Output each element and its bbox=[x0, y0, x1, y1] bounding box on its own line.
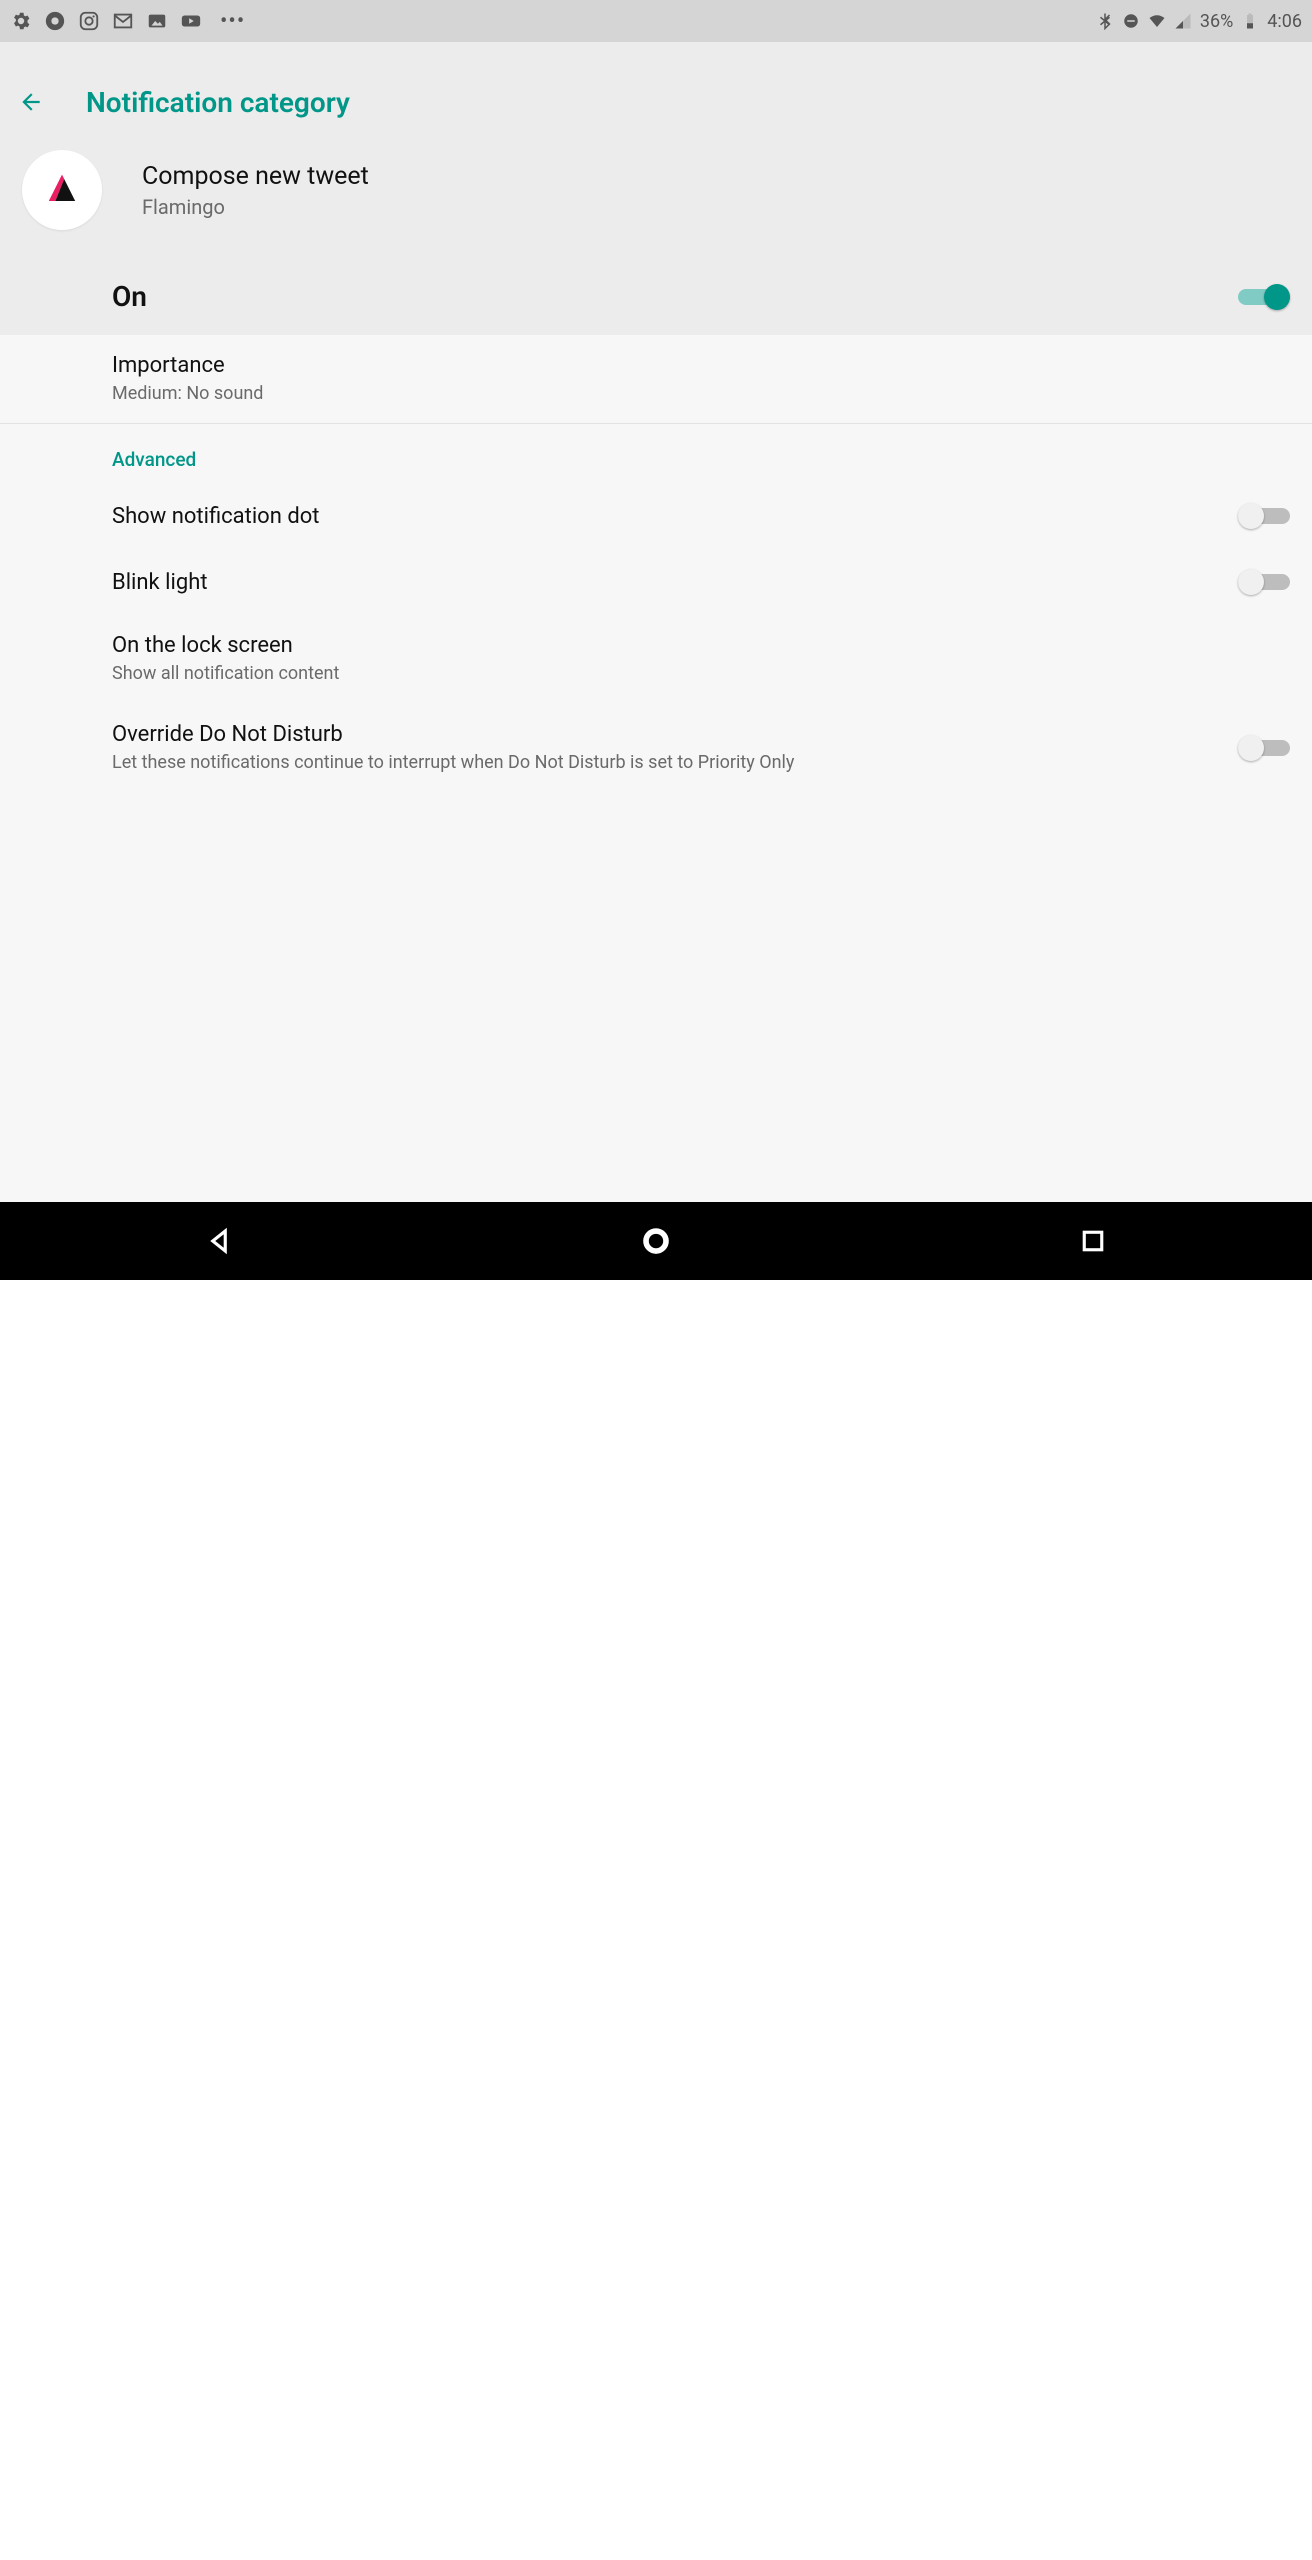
more-icon: ••• bbox=[220, 9, 245, 34]
lock-screen-sub: Show all notification content bbox=[112, 662, 1270, 685]
nav-back-icon[interactable] bbox=[204, 1226, 234, 1256]
lock-screen-row[interactable]: On the lock screen Show all notification… bbox=[0, 615, 1312, 703]
settings-icon bbox=[10, 10, 32, 32]
back-icon[interactable] bbox=[18, 89, 44, 115]
override-dnd-row[interactable]: Override Do Not Disturb Let these notifi… bbox=[0, 704, 1312, 792]
photos-icon bbox=[146, 10, 168, 32]
override-dnd-title: Override Do Not Disturb bbox=[112, 722, 1218, 747]
status-bar: ••• 36% 4:06 bbox=[0, 0, 1312, 42]
wifi-icon bbox=[1148, 12, 1166, 30]
override-dnd-sub: Let these notifications continue to inte… bbox=[112, 751, 1218, 774]
nav-bar bbox=[0, 1202, 1312, 1280]
show-dot-toggle[interactable] bbox=[1238, 501, 1290, 531]
master-toggle-row[interactable]: On bbox=[0, 258, 1312, 335]
importance-title: Importance bbox=[112, 353, 1270, 378]
clock-text: 4:06 bbox=[1267, 11, 1302, 32]
letterbox bbox=[0, 1280, 1312, 2560]
battery-text: 36% bbox=[1200, 11, 1233, 32]
advanced-header: Advanced bbox=[0, 424, 1312, 483]
chrome-icon bbox=[44, 10, 66, 32]
gmail-icon bbox=[112, 10, 134, 32]
dnd-icon bbox=[1122, 12, 1140, 30]
header: Notification category bbox=[0, 72, 1312, 132]
master-toggle[interactable] bbox=[1238, 282, 1290, 312]
master-toggle-label: On bbox=[112, 280, 147, 313]
blink-light-title: Blink light bbox=[112, 570, 1218, 595]
show-dot-row[interactable]: Show notification dot bbox=[0, 483, 1312, 549]
show-dot-title: Show notification dot bbox=[112, 504, 1218, 529]
blink-light-row[interactable]: Blink light bbox=[0, 549, 1312, 615]
page-title: Notification category bbox=[86, 86, 350, 119]
override-dnd-toggle[interactable] bbox=[1238, 733, 1290, 763]
signal-icon bbox=[1174, 12, 1192, 30]
blink-light-toggle[interactable] bbox=[1238, 567, 1290, 597]
nav-home-icon[interactable] bbox=[641, 1226, 671, 1256]
nav-recent-icon[interactable] bbox=[1078, 1226, 1108, 1256]
youtube-icon bbox=[180, 10, 202, 32]
channel-title: Compose new tweet bbox=[142, 162, 369, 191]
importance-row[interactable]: Importance Medium: No sound bbox=[0, 335, 1312, 424]
lock-screen-title: On the lock screen bbox=[112, 633, 1270, 658]
bluetooth-icon bbox=[1096, 12, 1114, 30]
app-info[interactable]: Compose new tweet Flamingo bbox=[0, 132, 1312, 258]
battery-icon bbox=[1241, 12, 1259, 30]
importance-sub: Medium: No sound bbox=[112, 382, 1270, 405]
instagram-icon bbox=[78, 10, 100, 32]
app-icon bbox=[22, 150, 102, 230]
app-name: Flamingo bbox=[142, 195, 369, 219]
